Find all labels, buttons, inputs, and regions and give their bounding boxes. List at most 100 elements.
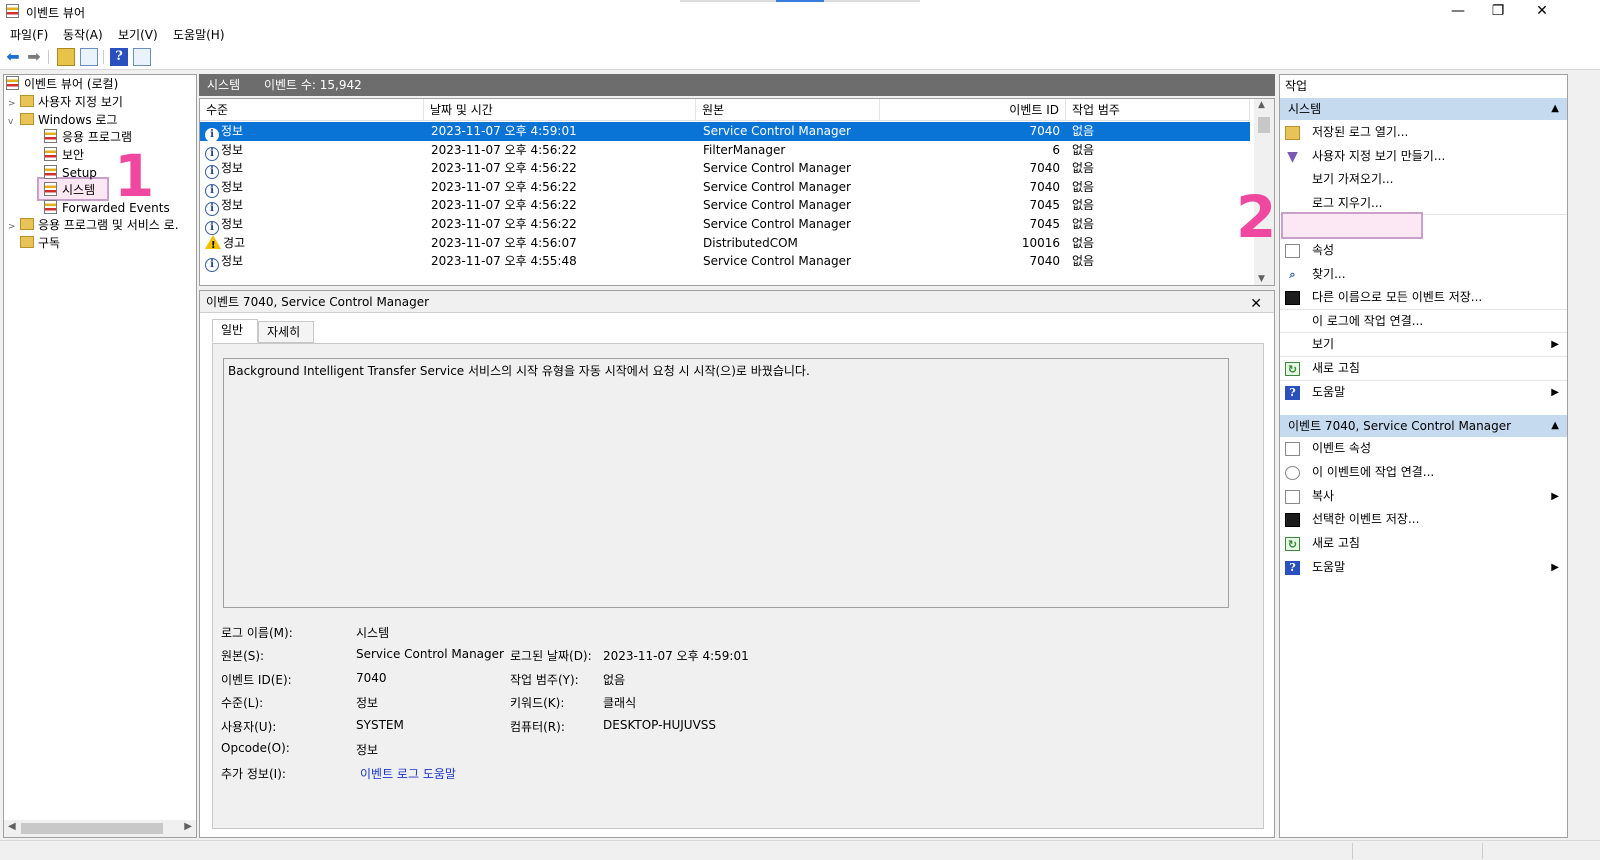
column-header-category[interactable]: 작업 범주: [1066, 99, 1250, 121]
value-logged[interactable]: 2023-11-07 오후 4:59:01: [603, 647, 749, 664]
table-row[interactable]: i 정보 2023-11-07 오후 4:55:48 Service Control …: [200, 252, 1250, 273]
tree-label: 이벤트 뷰어 (로컬): [24, 77, 119, 91]
tree-node-root[interactable]: 이벤트 뷰어 (로컬): [6, 75, 118, 93]
event-viewer-icon: [6, 76, 19, 90]
event-viewer-app-icon: [6, 4, 19, 18]
log-icon: [44, 129, 57, 143]
actions-section-event[interactable]: 이벤트 7040, Service Control Manager ▲: [1280, 415, 1567, 437]
action-help[interactable]: ? 도움말 ▶: [1280, 556, 1567, 580]
action-label: 이 로그에 작업 연결...: [1312, 313, 1424, 328]
tab-general[interactable]: 일반: [212, 319, 258, 343]
cell-event-id: 7045: [1029, 198, 1060, 213]
action-save-all-events-as[interactable]: 다른 이름으로 모든 이벤트 저장...: [1280, 286, 1567, 310]
action-find[interactable]: ⌕ 찾기...: [1280, 263, 1567, 287]
table-row[interactable]: i 정보 2023-11-07 오후 4:56:22 FilterManager 6 없음: [200, 141, 1250, 161]
clear-log-icon: [1285, 197, 1300, 211]
action-attach-task-to-log[interactable]: 이 로그에 작업 연결...: [1280, 310, 1567, 334]
column-header-level[interactable]: 수준: [200, 99, 424, 121]
back-arrow-icon[interactable]: ⬅: [4, 48, 22, 66]
close-icon[interactable]: ✕: [1250, 293, 1262, 315]
scrollbar-thumb[interactable]: [1258, 117, 1270, 133]
collapse-caret-icon[interactable]: ▲: [1551, 98, 1559, 120]
tree-label: Setup: [62, 166, 97, 180]
action-event-properties[interactable]: 이벤트 속성: [1280, 437, 1567, 461]
label-keywords: 키워드(K):: [510, 696, 565, 710]
menu-help[interactable]: 도움말(H): [173, 26, 225, 43]
minimize-button[interactable]: —: [1436, 0, 1480, 22]
event-description[interactable]: Background Intelligent Transfer Service …: [223, 358, 1229, 608]
cell-level: i 정보: [205, 252, 423, 273]
tree-horizontal-scrollbar[interactable]: ◀ ▶: [4, 820, 196, 837]
maximize-button[interactable]: ❐: [1476, 0, 1520, 22]
scroll-up-icon[interactable]: ▲: [1258, 100, 1265, 110]
action-help[interactable]: ? 도움말 ▶: [1280, 381, 1567, 405]
close-button[interactable]: ✕: [1520, 0, 1564, 22]
action-open-saved-log[interactable]: 저장된 로그 열기...: [1280, 121, 1567, 145]
cell-date: 2023-11-07 오후 4:59:01: [431, 124, 577, 138]
cell-source: Service Control Manager: [703, 254, 851, 269]
tree-node-setup[interactable]: Setup: [44, 164, 97, 182]
value-log-name[interactable]: 시스템: [356, 624, 389, 641]
scroll-right-icon[interactable]: ▶: [184, 821, 192, 832]
action-view[interactable]: 보기 ▶: [1280, 333, 1567, 357]
tree-node-subscriptions[interactable]: 구독: [20, 234, 60, 252]
tree-node-custom-views[interactable]: > 사용자 지정 보기: [8, 93, 123, 111]
column-header-source[interactable]: 원본: [696, 99, 880, 121]
table-row[interactable]: i 정보 2023-11-07 오후 4:56:22 Service Control …: [200, 178, 1250, 198]
action-save-selected-events[interactable]: 선택한 이벤트 저장...: [1280, 508, 1567, 532]
event-log-help-link[interactable]: 이벤트 로그 도움말: [360, 765, 456, 782]
collapse-chevron-icon[interactable]: v: [8, 113, 20, 131]
status-divider: [1352, 843, 1353, 859]
table-row[interactable]: i 정보 2023-11-07 오후 4:56:22 Service Control …: [200, 215, 1250, 235]
tree-node-system[interactable]: 시스템: [44, 181, 95, 199]
scrollbar-thumb[interactable]: [21, 823, 163, 834]
value-source[interactable]: Service Control Manager: [356, 647, 504, 661]
value-opcode[interactable]: 정보: [356, 741, 378, 758]
cell-event-id: 7040: [1029, 124, 1060, 138]
collapse-caret-icon[interactable]: ▲: [1551, 415, 1559, 437]
action-copy[interactable]: 복사 ▶: [1280, 485, 1567, 509]
show-hide-action-pane-icon[interactable]: [133, 48, 151, 66]
table-row[interactable]: i 정보 2023-11-07 오후 4:56:22 Service Control …: [200, 196, 1250, 217]
subscription-folder-icon: [20, 236, 34, 248]
actions-section-system[interactable]: 시스템 ▲: [1280, 98, 1567, 120]
action-label: 이 이벤트에 작업 연결...: [1312, 464, 1435, 479]
value-level[interactable]: 정보: [356, 694, 378, 711]
column-header-date[interactable]: 날짜 및 시간: [424, 99, 696, 121]
table-row[interactable]: i 정보 2023-11-07 오후 4:56:22 Service Control …: [200, 159, 1250, 180]
value-event-id[interactable]: 7040: [356, 671, 387, 685]
scroll-down-icon[interactable]: ▼: [1258, 274, 1265, 284]
table-row[interactable]: 경고 2023-11-07 오후 4:56:07 DistributedCOM 100…: [200, 234, 1250, 252]
action-label: 새로 고침: [1312, 361, 1360, 375]
value-task[interactable]: 없음: [603, 671, 625, 688]
table-row[interactable]: i 정보 2023-11-07 오후 4:59:01 Service Control …: [200, 122, 1250, 142]
menu-file[interactable]: 파일(F): [10, 26, 48, 43]
tab-details[interactable]: 자세히: [258, 321, 314, 343]
value-user[interactable]: SYSTEM: [356, 718, 404, 732]
up-folder-icon[interactable]: [57, 48, 75, 66]
action-label: 보기: [1312, 337, 1335, 352]
value-computer[interactable]: DESKTOP-HUJUVSS: [603, 718, 716, 732]
action-attach-task-to-event[interactable]: 이 이벤트에 작업 연결...: [1280, 461, 1567, 485]
help-icon[interactable]: ?: [110, 48, 128, 66]
tree-node-app-services[interactable]: > 응용 프로그램 및 서비스 로.: [8, 216, 179, 234]
menu-view[interactable]: 보기(V): [118, 26, 158, 43]
menu-action[interactable]: 동작(A): [63, 26, 103, 43]
action-create-custom-view[interactable]: ▼ 사용자 지정 보기 만들기...: [1280, 145, 1567, 169]
label-task: 작업 범주(Y):: [510, 673, 579, 687]
toolbar-separator: [103, 50, 104, 64]
action-refresh[interactable]: ↻ 새로 고침: [1280, 357, 1567, 381]
value-keywords[interactable]: 클래식: [603, 694, 636, 711]
action-properties[interactable]: 속성: [1280, 239, 1567, 263]
action-refresh[interactable]: ↻ 새로 고침: [1280, 532, 1567, 556]
column-header-event-id[interactable]: 이벤트 ID: [880, 99, 1066, 121]
level-text: 정보: [221, 198, 244, 213]
forward-arrow-icon[interactable]: ➡: [25, 48, 43, 66]
cell-date: 2023-11-07 오후 4:56:07: [431, 235, 577, 250]
tree-node-security[interactable]: 보안: [44, 146, 84, 164]
action-import-view[interactable]: 보기 가져오기...: [1280, 168, 1567, 192]
tree-node-windows-logs[interactable]: v Windows 로그: [8, 111, 117, 129]
expand-chevron-icon[interactable]: >: [8, 218, 20, 236]
scroll-left-icon[interactable]: ◀: [8, 821, 16, 832]
show-hide-console-tree-icon[interactable]: [80, 48, 98, 66]
